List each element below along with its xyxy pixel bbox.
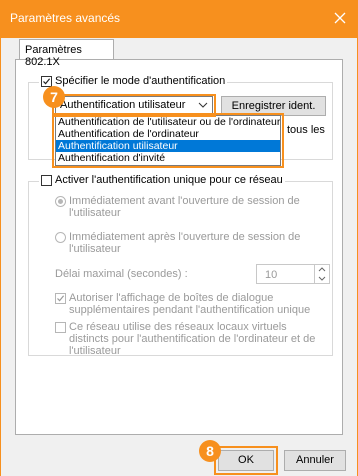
radio-after-logon-button[interactable] <box>55 232 66 243</box>
allow-dialogs-option[interactable]: Autoriser l'affichage de boîtes de dialo… <box>55 292 327 316</box>
allow-dialogs-checkbox[interactable] <box>55 293 66 304</box>
auth-mode-checkbox[interactable] <box>41 75 52 87</box>
step-7-badge: 7 <box>43 86 65 108</box>
max-delay-spinner[interactable]: 10 <box>256 264 330 284</box>
vlan-checkbox[interactable] <box>55 322 66 333</box>
chevron-down-icon <box>198 102 208 108</box>
auth-mode-selected-value: Authentification utilisateur <box>60 99 186 111</box>
radio-after-logon[interactable]: Immédiatement après l'ouverture de sessi… <box>55 231 310 255</box>
auth-mode-dropdown-list[interactable]: Authentification de l'utilisateur ou de … <box>55 115 281 166</box>
dropdown-option-selected[interactable]: Authentification utilisateur <box>56 140 280 152</box>
step-8-badge: 8 <box>199 440 221 462</box>
sso-label: Activer l'authentification unique pour c… <box>55 174 283 186</box>
title-bar: Paramètres avancés <box>0 0 358 38</box>
partial-hidden-text: tous les <box>287 124 325 136</box>
spinner-up-icon[interactable] <box>315 265 329 274</box>
max-delay-label: Délai maximal (secondes) : <box>55 268 188 280</box>
save-credentials-button[interactable]: Enregistrer ident. <box>221 96 326 116</box>
radio-after-logon-label: Immédiatement après l'ouverture de sessi… <box>69 231 301 255</box>
vlan-option[interactable]: Ce réseau utilise des réseaux locaux vir… <box>55 321 327 357</box>
spinner-down-icon[interactable] <box>315 274 329 283</box>
radio-before-logon-label: Immédiatement avant l'ouverture de sessi… <box>69 195 300 219</box>
sso-header: Activer l'authentification unique pour c… <box>39 174 285 186</box>
close-icon[interactable] <box>330 8 350 28</box>
auth-mode-select[interactable]: Authentification utilisateur <box>55 96 213 115</box>
sso-checkbox[interactable] <box>41 174 52 186</box>
spinner-arrows[interactable] <box>314 265 329 283</box>
dropdown-option[interactable]: Authentification d'invité <box>56 152 280 164</box>
window-title: Paramètres avancés <box>10 11 121 25</box>
cancel-button[interactable]: Annuler <box>284 450 346 471</box>
radio-before-logon-button[interactable] <box>55 196 66 207</box>
tab-802-1x[interactable]: Paramètres 802.1X <box>19 39 114 68</box>
allow-dialogs-label: Autoriser l'affichage de boîtes de dialo… <box>69 292 311 316</box>
vlan-label: Ce réseau utilise des réseaux locaux vir… <box>69 321 316 357</box>
ok-button[interactable]: OK <box>218 450 274 471</box>
auth-mode-label: Spécifier le mode d'authentification <box>55 75 226 87</box>
dropdown-option[interactable]: Authentification de l'utilisateur ou de … <box>56 116 280 128</box>
auth-mode-header: Spécifier le mode d'authentification <box>39 75 228 87</box>
dropdown-option[interactable]: Authentification de l'ordinateur <box>56 128 280 140</box>
max-delay-value: 10 <box>265 269 278 281</box>
radio-before-logon[interactable]: Immédiatement avant l'ouverture de sessi… <box>55 195 310 219</box>
